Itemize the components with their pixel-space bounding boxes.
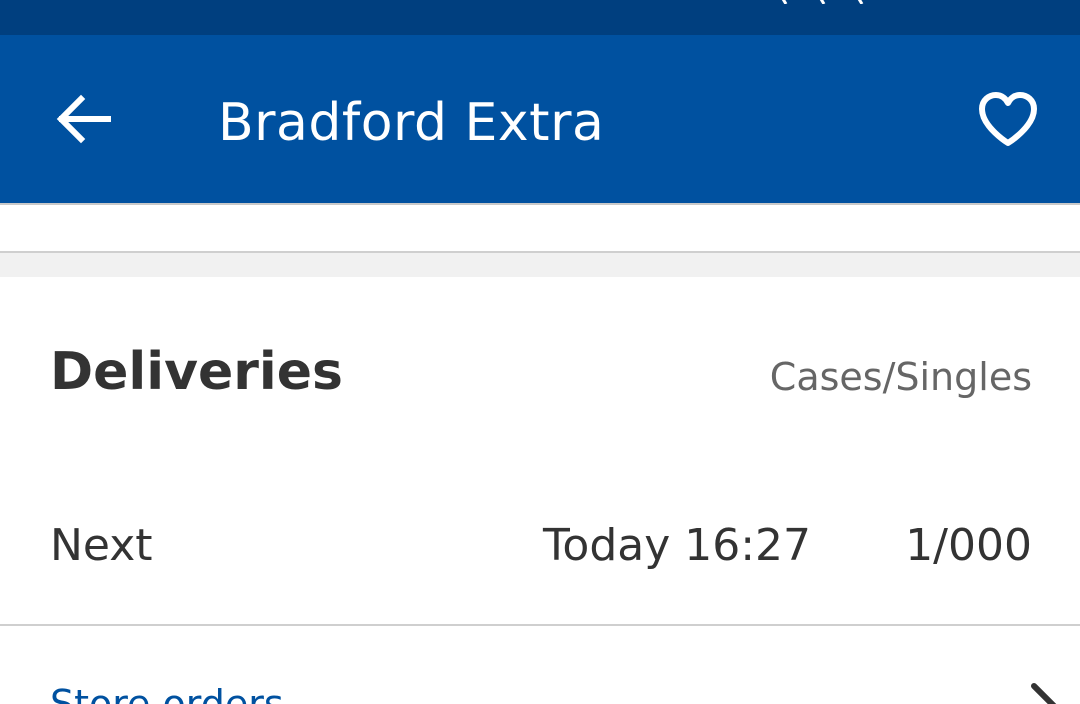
section-separator: [0, 251, 1080, 277]
store-orders-label: Store orders: [50, 682, 284, 704]
unit-label: Cases/Singles: [769, 355, 1032, 399]
status-icons: [781, 0, 864, 4]
deliveries-title: Deliveries: [50, 342, 343, 402]
deliveries-card: Deliveries Cases/Singles Next Today 16:2…: [0, 277, 1080, 625]
spacer: [0, 205, 1080, 251]
arrow-left-icon: [56, 94, 111, 144]
store-orders-row[interactable]: Store orders: [0, 626, 1080, 704]
page-title: Bradford Extra: [218, 93, 605, 153]
favorite-button[interactable]: [970, 85, 1046, 155]
back-button[interactable]: [48, 87, 118, 151]
chevron-right-icon: [1031, 683, 1057, 704]
status-bar: [0, 0, 1080, 35]
delivery-row-count: 1/000: [905, 520, 1032, 571]
heart-outline-icon: [979, 92, 1037, 146]
delivery-row-label: Next: [50, 520, 153, 571]
app-bar: Bradford Extra: [0, 35, 1080, 203]
delivery-row-time: Today 16:27: [543, 520, 812, 571]
